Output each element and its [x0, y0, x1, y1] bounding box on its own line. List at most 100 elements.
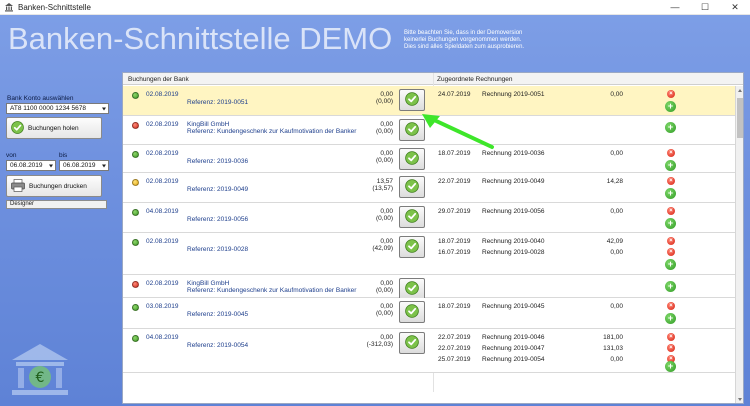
add-icon[interactable]: +	[665, 313, 676, 324]
confirm-booking-button[interactable]	[399, 332, 425, 354]
to-date-value: 06.08.2019	[63, 162, 96, 169]
invoice-name: Rechnung 2019-0049	[482, 178, 545, 185]
add-icon[interactable]: +	[665, 218, 676, 229]
invoice-name: Rechnung 2019-0054	[482, 356, 545, 363]
scroll-down-icon[interactable]	[738, 398, 742, 401]
table-row[interactable]: 04.08.2019 Referenz: 2019-0056 0,00 (0,00) 2…	[123, 203, 735, 233]
annotation-arrow	[418, 113, 498, 155]
booking-amount-open: (42,09)	[372, 245, 393, 252]
add-icon[interactable]: +	[665, 281, 676, 292]
from-date-picker[interactable]: 06.08.2019	[6, 160, 56, 171]
invoice-amount: 181,00	[603, 334, 623, 341]
from-label: von	[6, 152, 17, 159]
minimize-button[interactable]: —	[660, 0, 690, 15]
booking-date: 02.08.2019	[146, 280, 179, 287]
check-icon	[405, 209, 419, 225]
scroll-up-icon[interactable]	[738, 89, 742, 92]
check-icon	[405, 281, 419, 297]
maximize-button[interactable]: ☐	[690, 0, 720, 15]
delete-icon[interactable]: ×	[667, 344, 675, 352]
chevron-down-icon	[49, 164, 53, 167]
designer-button[interactable]: Designer	[6, 200, 107, 209]
add-icon[interactable]: +	[665, 160, 676, 171]
demo-notice-line: Dies sind alles Spieldaten zum ausprobie…	[404, 44, 525, 50]
to-date-picker[interactable]: 06.08.2019	[59, 160, 109, 171]
invoice-name: Rechnung 2019-0040	[482, 238, 545, 245]
demo-notice: Bitte beachten Sie, dass in der Demovers…	[404, 30, 604, 51]
print-bookings-button[interactable]: Buchungen drucken	[6, 175, 102, 197]
vertical-scrollbar[interactable]	[735, 86, 743, 403]
invoice-date: 24.07.2019	[438, 91, 471, 98]
table-row[interactable]: 02.08.2019 Referenz: 2019-0028 0,00 (42,09)…	[123, 233, 735, 275]
assigned-invoices-header: Zugeordnete Rechnungen	[437, 76, 513, 83]
booking-date: 04.08.2019	[146, 334, 179, 341]
booking-date: 02.08.2019	[146, 91, 179, 98]
from-date-value: 06.08.2019	[10, 162, 43, 169]
app-body: Banken-Schnittstelle DEMO Bitte beachten…	[0, 15, 750, 406]
add-icon[interactable]: +	[665, 361, 676, 372]
confirm-booking-button[interactable]	[399, 278, 425, 300]
delete-icon[interactable]: ×	[667, 248, 675, 256]
status-green-icon	[132, 151, 139, 158]
table-row[interactable]: 02.08.2019 Referenz: 2019-0049 13,57 (13,57…	[123, 173, 735, 203]
booking-amount-open: (0,00)	[376, 310, 393, 317]
booking-amount-open: (13,57)	[372, 185, 393, 192]
add-icon[interactable]: +	[665, 122, 676, 133]
close-button[interactable]: ✕	[720, 0, 750, 15]
table-row[interactable]: 04.08.2019 Referenz: 2019-0054 0,00 (-312,0…	[123, 329, 735, 373]
delete-icon[interactable]: ×	[667, 207, 675, 215]
add-icon[interactable]: +	[665, 101, 676, 112]
check-icon	[405, 92, 419, 108]
booking-amount-open: (-312,03)	[366, 341, 393, 348]
check-icon	[405, 151, 419, 167]
confirm-booking-button[interactable]	[399, 176, 425, 198]
booking-amount: 0,00	[380, 303, 393, 310]
chevron-down-icon	[102, 164, 106, 167]
invoice-date: 25.07.2019	[438, 356, 471, 363]
invoice-name: Rechnung 2019-0056	[482, 208, 545, 215]
booking-reference: Referenz: Kundengeschenk zur Kaufmotivat…	[187, 128, 357, 135]
bank-bookings-header: Buchungen der Bank	[128, 76, 189, 83]
booking-date: 02.08.2019	[146, 178, 179, 185]
invoice-name: Rechnung 2019-0046	[482, 334, 545, 341]
account-select-value: AT8 1100 0000 1234 5678	[10, 105, 87, 112]
fetch-bookings-button[interactable]: Buchungen holen	[6, 117, 102, 139]
demo-notice-line: keinerlei Buchungen vorgenommen werden.	[404, 37, 522, 43]
booking-payer: KingBill GmbH	[187, 280, 230, 287]
booking-reference: Referenz: 2019-0036	[187, 158, 249, 165]
confirm-booking-button[interactable]	[399, 301, 425, 323]
app-icon	[4, 2, 14, 12]
table-row[interactable]: 03.08.2019 Referenz: 2019-0045 0,00 (0,00) 1…	[123, 298, 735, 329]
booking-amount: 0,00	[380, 238, 393, 245]
delete-icon[interactable]: ×	[667, 302, 675, 310]
booking-payer: KingBill GmbH	[187, 121, 230, 128]
invoice-name: Rechnung 2019-0028	[482, 249, 545, 256]
add-icon[interactable]: +	[665, 188, 676, 199]
invoice-amount: 0,00	[610, 91, 623, 98]
add-icon[interactable]: +	[665, 259, 676, 270]
delete-icon[interactable]: ×	[667, 90, 675, 98]
delete-icon[interactable]: ×	[667, 177, 675, 185]
delete-icon[interactable]: ×	[667, 237, 675, 245]
booking-date: 02.08.2019	[146, 238, 179, 245]
confirm-booking-button[interactable]	[399, 89, 425, 111]
booking-amount-open: (0,00)	[376, 128, 393, 135]
confirm-booking-button[interactable]	[399, 236, 425, 258]
svg-text:€: €	[36, 370, 45, 386]
delete-icon[interactable]: ×	[667, 333, 675, 341]
table-row[interactable]: 02.08.2019 KingBill GmbH Referenz: Kundeng…	[123, 275, 735, 300]
table-row[interactable]: 02.08.2019 Referenz: 2019-0051 0,00 (0,00) 2…	[123, 86, 735, 116]
booking-reference: Referenz: 2019-0028	[187, 246, 249, 253]
account-select[interactable]: AT8 1100 0000 1234 5678	[6, 103, 109, 114]
confirm-booking-button[interactable]	[399, 206, 425, 228]
check-icon	[405, 122, 419, 138]
booking-amount: 0,00	[380, 280, 393, 287]
status-green-icon	[132, 335, 139, 342]
check-icon	[405, 304, 419, 320]
booking-amount-open: (0,00)	[376, 157, 393, 164]
status-yellow-icon	[132, 179, 139, 186]
scrollbar-thumb[interactable]	[737, 98, 743, 138]
booking-date: 02.08.2019	[146, 150, 179, 157]
invoice-date: 16.07.2019	[438, 249, 471, 256]
delete-icon[interactable]: ×	[667, 149, 675, 157]
